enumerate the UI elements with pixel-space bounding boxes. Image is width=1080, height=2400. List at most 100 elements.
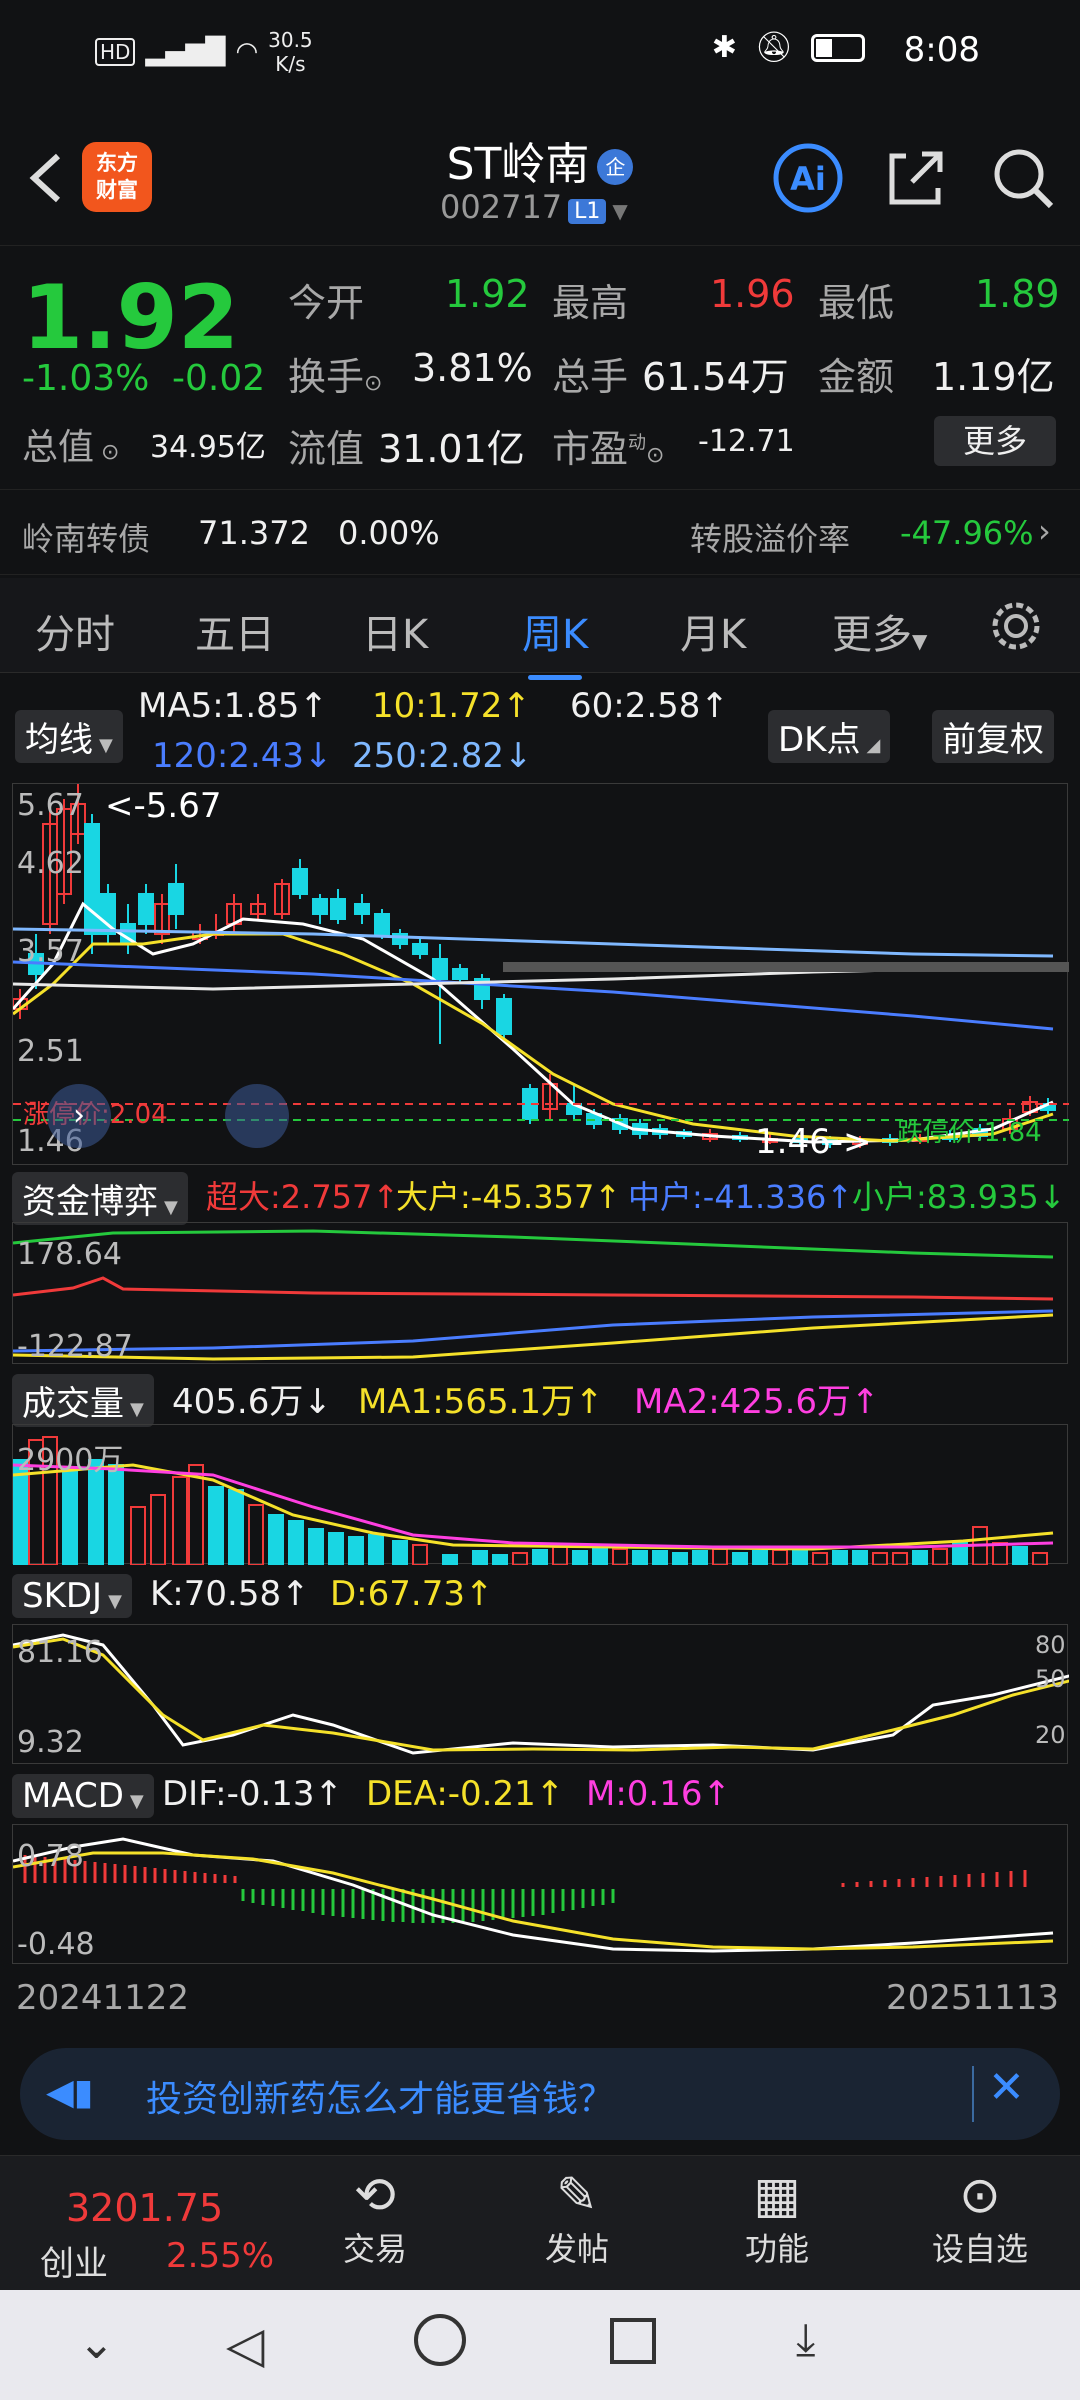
- more-button[interactable]: 更多: [934, 416, 1056, 466]
- level-badge: L1: [568, 199, 607, 224]
- volume-bar: [712, 1548, 728, 1565]
- skdj-selector[interactable]: SKDJ ▼: [12, 1574, 132, 1618]
- search-icon[interactable]: [985, 140, 1061, 216]
- pe-label: 市盈动⊙: [552, 427, 665, 471]
- turnover-value: 3.81%: [412, 346, 533, 390]
- bottom-nav: 3201.75 创业 2.55% ⟲ 交易 ✎ 发帖 ▦ 功能 ⊙ 设自选: [0, 2155, 1080, 2290]
- ma120-line: [13, 960, 1054, 1031]
- bond-price: 71.372: [198, 514, 310, 552]
- change-pct: -1.03%: [22, 358, 150, 399]
- volume-bar: [492, 1554, 508, 1565]
- candle-body: [354, 903, 370, 915]
- volume-bar: [108, 1464, 124, 1565]
- ma-selector[interactable]: 均线 ▼: [15, 710, 123, 763]
- volume-chart[interactable]: 2900万: [12, 1424, 1068, 1565]
- volume-selector[interactable]: 成交量 ▼: [12, 1374, 154, 1427]
- volume-ma1: MA1:565.1万↑: [358, 1382, 604, 1422]
- macd-dif: DIF:-0.13↑: [162, 1774, 344, 1814]
- kline-chart[interactable]: 5.67 4.62 3.57 2.51 1.46 <-5.67 1.46-> 涨…: [12, 783, 1069, 1165]
- candle-body: [452, 968, 468, 980]
- volume-bar: [268, 1514, 284, 1565]
- low-value: 1.89: [975, 272, 1060, 316]
- macd-selector[interactable]: MACD ▼: [12, 1774, 154, 1818]
- volume-bar: [732, 1552, 748, 1565]
- gear-icon[interactable]: [988, 598, 1044, 654]
- fund-mid: 中户:-41.336↑: [628, 1178, 854, 1216]
- turnover-label: 换手⊙: [288, 355, 383, 399]
- more-dots-icon: ⊙: [959, 2166, 1001, 2224]
- tab-more[interactable]: 更多▼: [832, 602, 927, 660]
- candle-body: [292, 868, 308, 895]
- high-value: 1.96: [710, 272, 795, 316]
- skdj-chart[interactable]: 81.16 9.32 80 50 20: [12, 1624, 1069, 1764]
- convertible-bond-row[interactable]: 岭南转债 71.372 0.00% 转股溢价率 -47.96% ›: [0, 490, 1080, 575]
- open-value: 1.92: [445, 272, 530, 316]
- volume-bar: [692, 1550, 708, 1565]
- super-line: [13, 1276, 1054, 1301]
- candle-body: [374, 913, 390, 935]
- ma250-label: 250:2.82↓: [352, 736, 533, 776]
- ai-icon[interactable]: Ai: [770, 140, 846, 216]
- download-icon[interactable]: ⤓: [796, 2314, 815, 2365]
- volume-value-label: 405.6万↓: [172, 1382, 332, 1422]
- ma250-line: [13, 927, 1054, 958]
- macd-plot: [13, 1837, 1054, 1953]
- macd-chart[interactable]: 0.78 -0.48: [12, 1824, 1068, 1964]
- adjust-button[interactable]: 前复权: [932, 710, 1054, 763]
- volume-bar: [552, 1546, 568, 1565]
- zoom-icon[interactable]: [225, 1084, 289, 1148]
- fund-large: 大户:-45.357↑: [396, 1178, 622, 1216]
- premium-label: 转股溢价率: [690, 520, 851, 558]
- date-start: 20241122: [16, 1978, 190, 2018]
- volume-bar: [772, 1549, 788, 1565]
- fund-plot: [13, 1229, 1054, 1361]
- kline-plot: [13, 784, 1069, 1148]
- skdj-y-bottom: 9.32: [17, 1725, 84, 1760]
- fund-y-top: 178.64: [17, 1237, 122, 1272]
- skdj-y-top: 81.16: [17, 1635, 103, 1670]
- home-icon[interactable]: [414, 2314, 466, 2366]
- tab-monthly-k[interactable]: 月K: [680, 602, 746, 660]
- tab-weekly-k[interactable]: 周K: [522, 602, 588, 680]
- share-icon[interactable]: [878, 140, 954, 216]
- status-bar: HD ▂▄▆█ ◠ 30.5 K/s ✱ 🔕︎ 8:08: [0, 0, 1080, 110]
- high-label: 最高: [552, 281, 629, 325]
- index-ticker[interactable]: 3201.75 创业 2.55%: [18, 2164, 278, 2284]
- play-icon[interactable]: ›: [47, 1084, 111, 1148]
- tab-intraday[interactable]: 分时: [35, 602, 115, 660]
- skdj-ref-20: 20: [1035, 1721, 1066, 1749]
- volume-bar: [572, 1550, 588, 1565]
- recent-apps-icon[interactable]: [610, 2318, 656, 2364]
- skdj-plot: [13, 1633, 1069, 1755]
- nav-function[interactable]: ▦ 功能: [712, 2166, 842, 2270]
- back-triangle-icon[interactable]: ◁: [226, 2316, 264, 2374]
- volume-bar: [672, 1552, 688, 1565]
- volume-y-top: 2900万: [17, 1443, 124, 1478]
- y-label-4: 2.51: [17, 1034, 84, 1069]
- fund-selector[interactable]: 资金博弈 ▼: [12, 1172, 188, 1225]
- volume-bar: [228, 1489, 244, 1565]
- fund-super: 超大:2.757↑: [206, 1178, 400, 1216]
- y-label-3: 3.57: [17, 934, 84, 969]
- stock-code[interactable]: 002717 L1 ▼: [440, 188, 628, 226]
- min-marker: 1.46->: [755, 1122, 872, 1162]
- open-label: 今开: [288, 281, 365, 325]
- volume-bar: [472, 1550, 488, 1565]
- volume-bar: [752, 1550, 768, 1565]
- last-price: 1.92: [22, 266, 240, 369]
- close-icon[interactable]: ✕: [988, 2062, 1025, 2113]
- tab-five-day[interactable]: 五日: [195, 602, 275, 660]
- chevron-down-icon[interactable]: ⌄: [78, 2318, 115, 2369]
- stock-header: 东方 财富 ST岭南企 002717 L1 ▼ Ai: [0, 110, 1080, 245]
- volume-bar: [308, 1528, 324, 1565]
- volume-bar: [188, 1464, 204, 1565]
- volume-bar: [288, 1520, 304, 1565]
- dk-button[interactable]: DK点 ◢: [768, 710, 891, 763]
- nav-trade[interactable]: ⟲ 交易: [310, 2166, 440, 2270]
- nav-post[interactable]: ✎ 发帖: [512, 2166, 642, 2270]
- tab-daily-k[interactable]: 日K: [362, 602, 428, 660]
- nav-watchlist[interactable]: ⊙ 设自选: [915, 2166, 1045, 2270]
- fund-chart[interactable]: 178.64 -122.87: [12, 1222, 1068, 1364]
- ad-banner[interactable]: ◀▮ 投资创新药怎么才能更省钱？ ✕: [20, 2048, 1060, 2140]
- mcap-value: 34.95亿: [150, 430, 266, 465]
